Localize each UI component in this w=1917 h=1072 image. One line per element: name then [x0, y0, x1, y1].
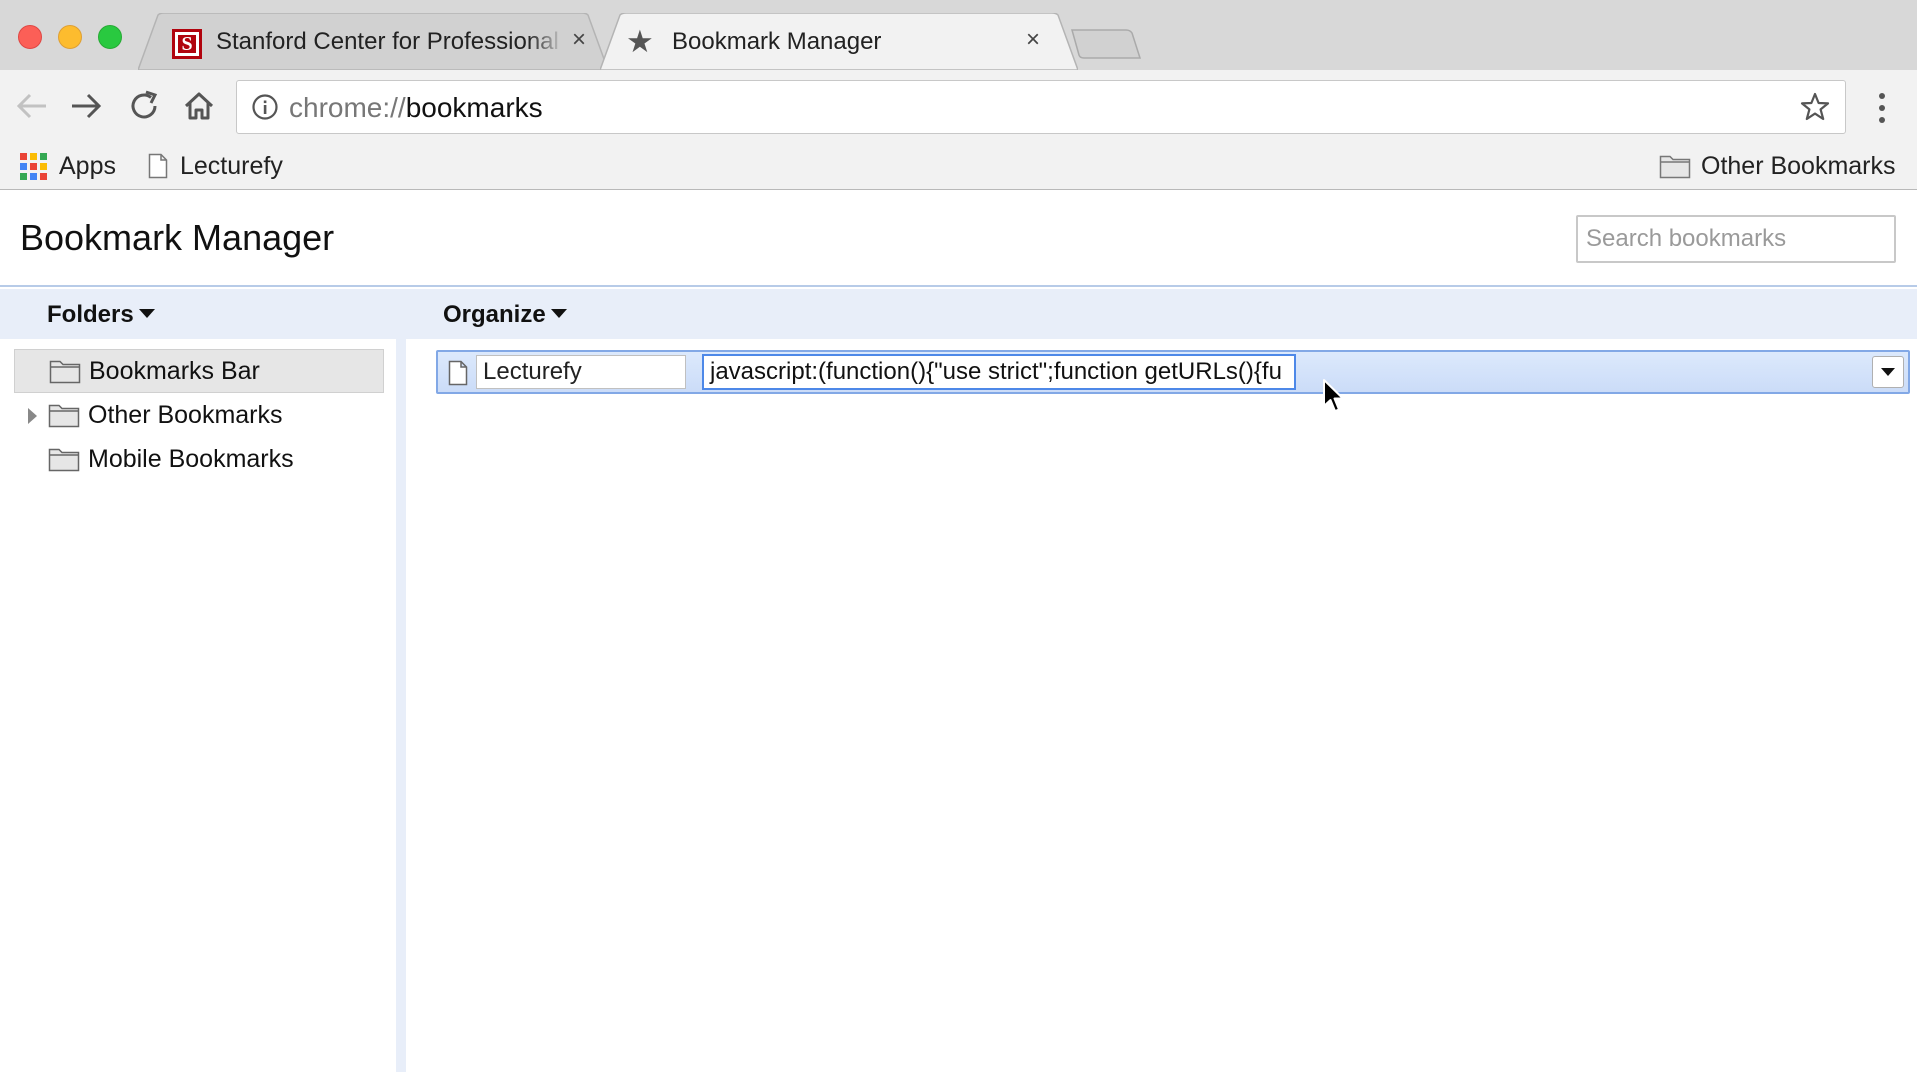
close-window-button[interactable] [18, 25, 42, 49]
organize-menu-button[interactable]: Organize [443, 301, 567, 329]
caret-down-icon [1881, 368, 1895, 376]
zoom-window-button[interactable] [98, 25, 122, 49]
new-tab-button[interactable] [1070, 28, 1142, 60]
forward-arrow-icon[interactable] [66, 86, 106, 126]
bookmark-lecturefy[interactable]: Lecturefy [148, 146, 283, 186]
folder-icon [49, 360, 81, 384]
tree-item-mobile-bookmarks[interactable]: Mobile Bookmarks [14, 437, 384, 481]
kebab-menu-icon[interactable] [1872, 90, 1892, 126]
manager-header: Bookmark Manager [0, 191, 1917, 287]
apps-grid-dot [30, 172, 37, 180]
apps-shortcut[interactable]: Apps [20, 146, 116, 186]
star-icon: ★ [626, 24, 654, 59]
tab-close-icon[interactable]: × [572, 28, 586, 52]
tree-item-other-bookmarks[interactable]: Other Bookmarks [14, 393, 384, 437]
apps-grid-icon [20, 152, 47, 180]
bookmark-name-field[interactable]: Lecturefy [476, 355, 686, 389]
row-menu-button[interactable] [1872, 356, 1904, 388]
reload-icon[interactable] [124, 86, 164, 126]
back-arrow-icon[interactable] [12, 86, 52, 126]
bookmark-list: Lecturefy javascript:(function(){"use st… [406, 339, 1917, 1072]
page-icon [448, 360, 468, 386]
page-icon [148, 153, 168, 179]
other-bookmarks-folder[interactable]: Other Bookmarks [1659, 146, 1896, 186]
folders-menu-button[interactable]: Folders [47, 301, 155, 329]
home-icon[interactable] [179, 86, 219, 126]
expand-triangle-icon[interactable] [28, 408, 37, 424]
apps-grid-dot [40, 152, 47, 160]
apps-grid-dot [40, 162, 47, 170]
tab-title: Bookmark Manager [672, 28, 882, 55]
apps-grid-dot [20, 162, 27, 170]
tab-stanford[interactable]: S Stanford Center for Professional Devel… [138, 13, 608, 70]
apps-grid-dot [30, 162, 37, 170]
bookmarks-bar: Apps Lecturefy Other Bookmarks [0, 146, 1917, 190]
apps-grid-dot [30, 152, 37, 160]
apps-grid-dot [20, 152, 27, 160]
organize-toolbar: Folders Organize [0, 289, 1917, 339]
address-bar[interactable]: chrome://bookmarks [236, 80, 1846, 134]
search-input[interactable] [1576, 215, 1896, 263]
info-icon[interactable] [251, 93, 279, 121]
bookmark-url-field[interactable]: javascript:(function(){"use strict";func… [702, 354, 1296, 390]
pane-splitter[interactable] [396, 339, 406, 1072]
stanford-s-icon: S [172, 29, 202, 59]
caret-down-icon [550, 309, 567, 319]
folder-icon [1659, 155, 1691, 179]
caret-down-icon [138, 309, 155, 319]
folder-tree: Bookmarks Bar Other Bookmarks Mobile Boo… [0, 339, 396, 1072]
title-bar: S Stanford Center for Professional Devel… [0, 0, 1917, 70]
tree-item-bookmarks-bar[interactable]: Bookmarks Bar [14, 349, 384, 393]
tab-close-icon[interactable]: × [1026, 28, 1040, 52]
tab-title: Stanford Center for Professional Develop… [216, 28, 561, 55]
tab-bookmark-manager[interactable]: ★ Bookmark Manager × [600, 13, 1078, 70]
mouse-cursor-icon [1322, 378, 1344, 414]
folder-icon [48, 448, 80, 472]
list-item[interactable]: Lecturefy javascript:(function(){"use st… [436, 350, 1910, 394]
url-text[interactable]: chrome://bookmarks [289, 93, 543, 123]
browser-toolbar: chrome://bookmarks [0, 70, 1917, 146]
apps-grid-dot [40, 172, 47, 180]
folder-icon [48, 404, 80, 428]
page-title: Bookmark Manager [20, 217, 335, 258]
minimize-window-button[interactable] [58, 25, 82, 49]
apps-grid-dot [20, 172, 27, 180]
star-outline-icon[interactable] [1799, 91, 1831, 123]
